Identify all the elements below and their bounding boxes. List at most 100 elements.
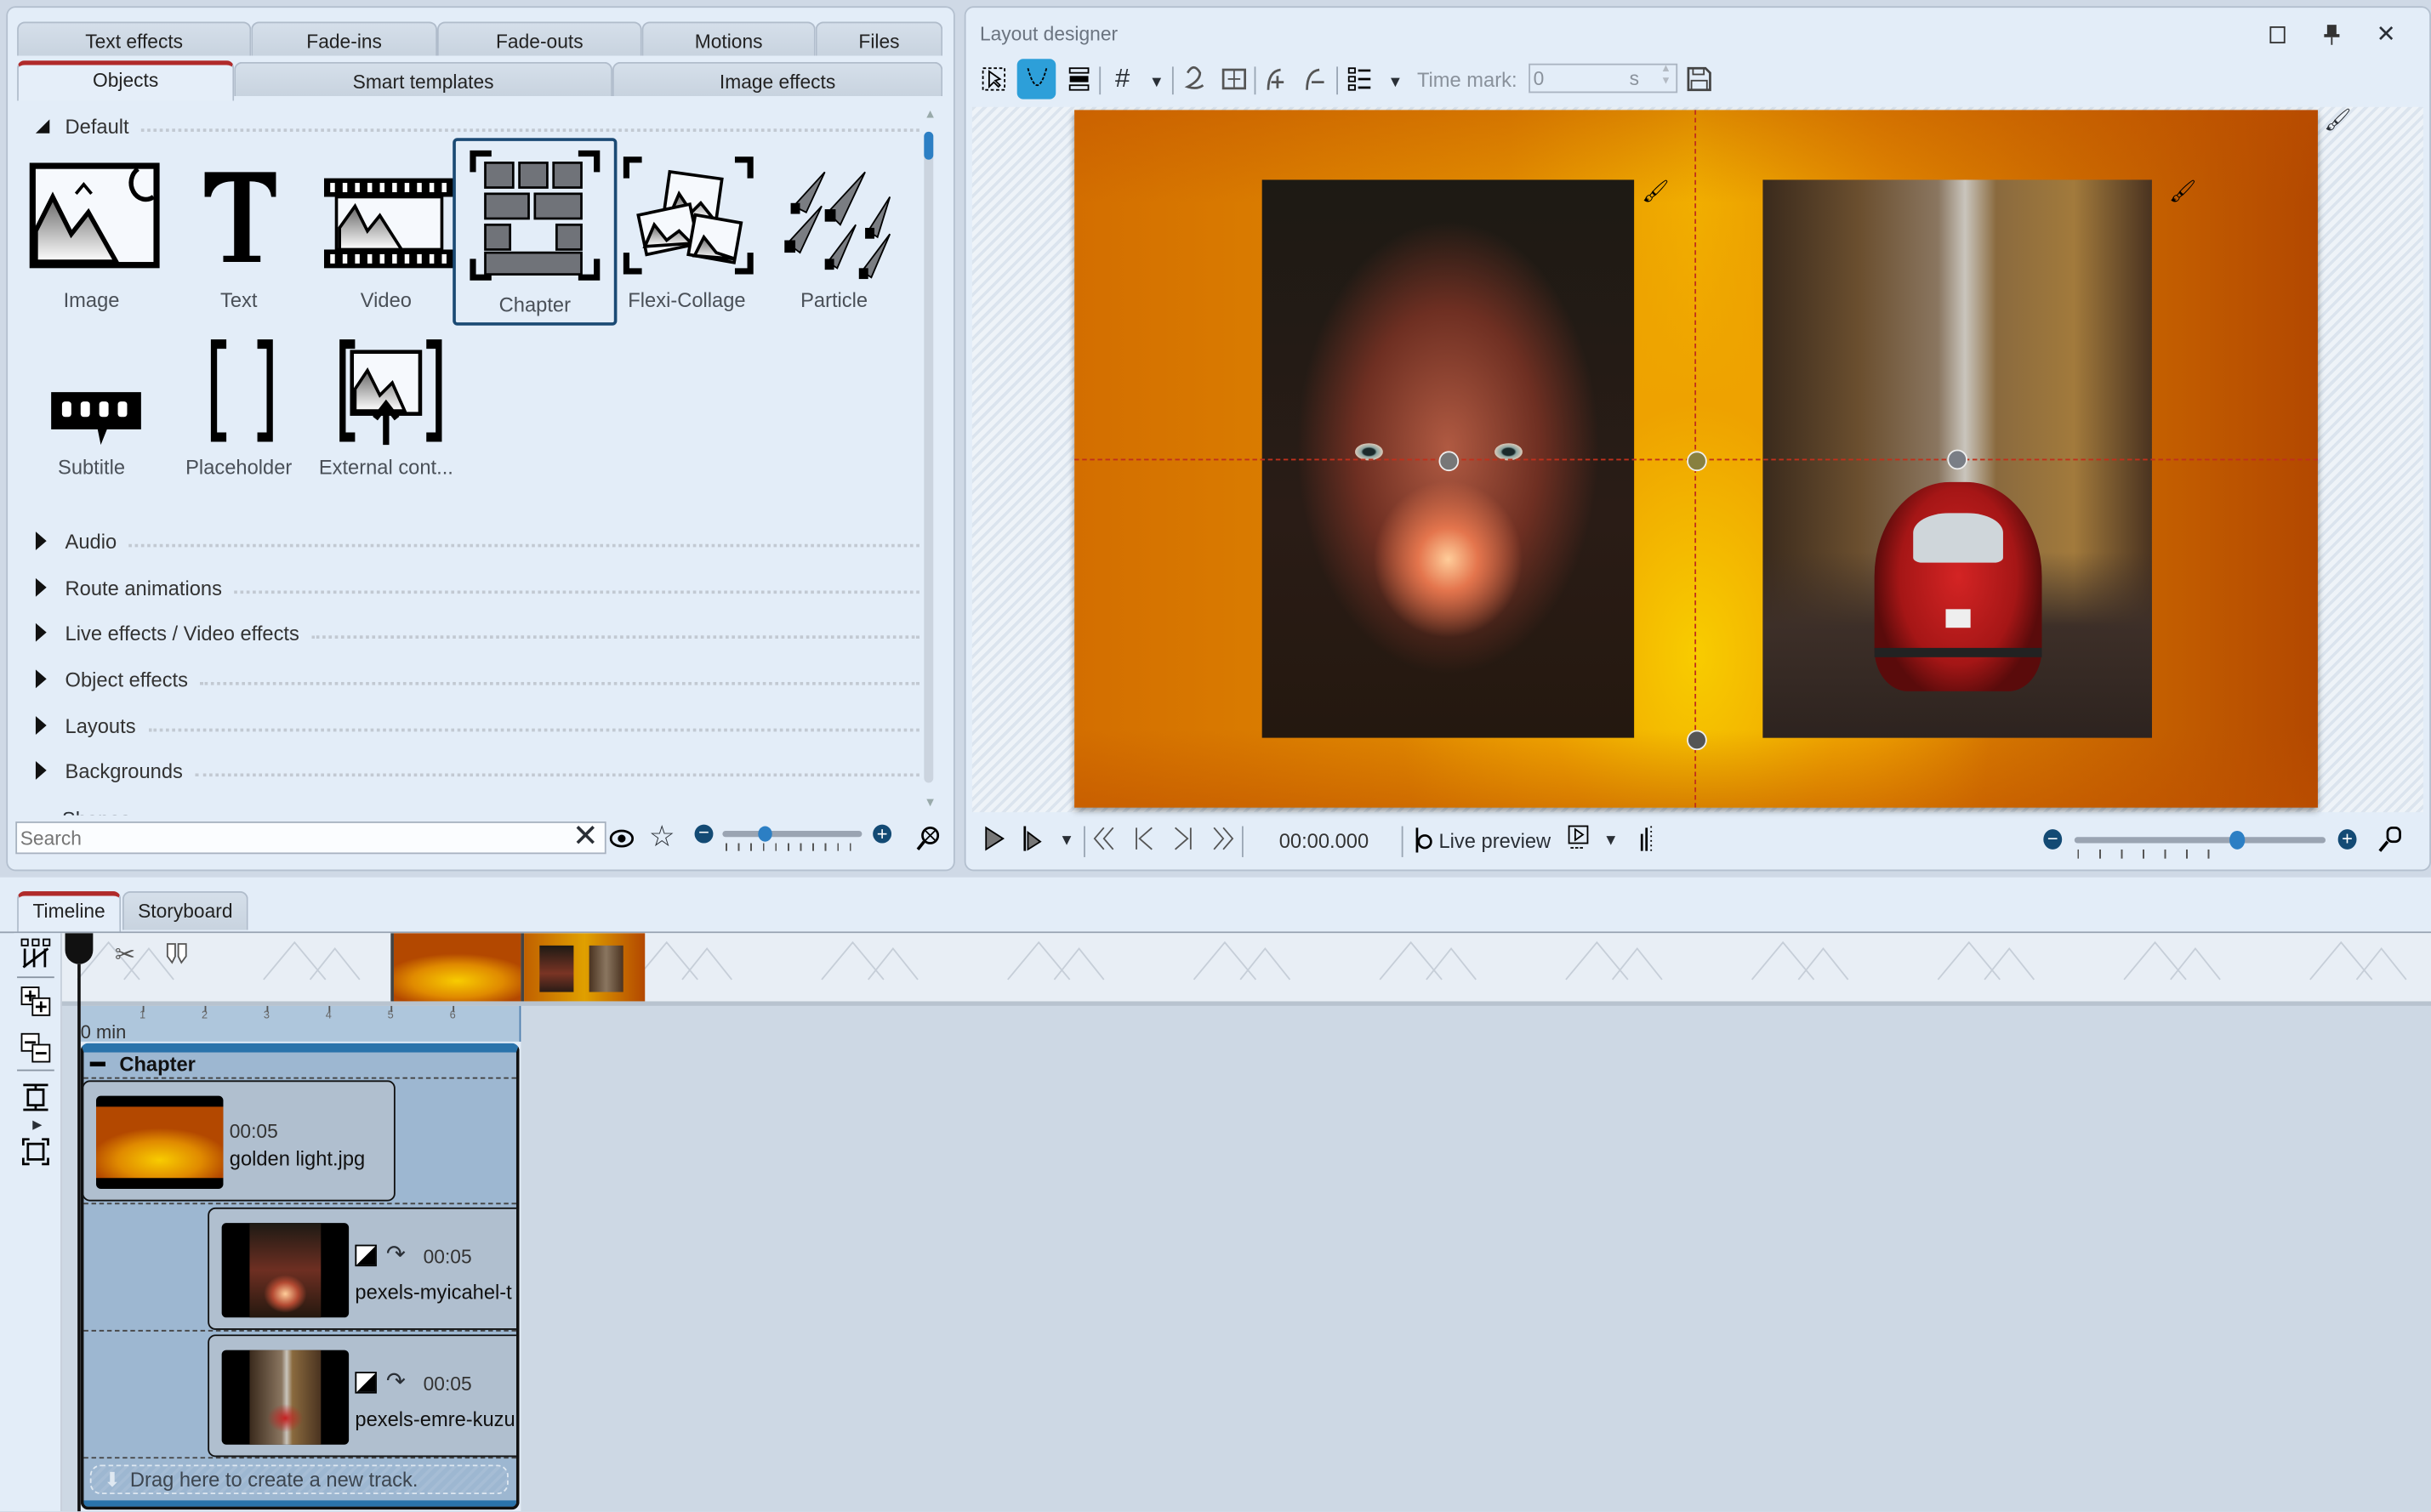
tab-timeline[interactable]: Timeline (17, 891, 122, 932)
fast-forward-icon[interactable] (1204, 821, 1238, 855)
list-icon[interactable] (1342, 62, 1376, 96)
tab-text-effects[interactable]: Text effects (17, 21, 252, 56)
icon-size-slider[interactable]: − + (694, 823, 893, 855)
tab-smart-templates[interactable]: Smart templates (234, 61, 612, 97)
object-image[interactable]: Image (22, 151, 162, 324)
object-text[interactable]: Text (169, 151, 309, 324)
tab-storyboard[interactable]: Storyboard (122, 891, 248, 930)
object-chapter[interactable]: Chapter (453, 138, 618, 326)
timeline-overview[interactable]: ✂ (61, 933, 2431, 1002)
transition-icon[interactable] (355, 1372, 377, 1394)
preview-dropdown-icon[interactable]: ▼ (1594, 823, 1628, 857)
time-ruler[interactable]: 1 2 3 4 5 6 0 min (80, 1005, 521, 1043)
marker-icon[interactable] (164, 942, 189, 964)
object-subtitle[interactable]: Subtitle (22, 318, 162, 492)
pin-icon[interactable] (2314, 17, 2348, 51)
play-from-marker-icon[interactable] (1016, 821, 1050, 855)
playhead-line[interactable] (77, 963, 81, 1512)
category-layouts[interactable]: Layouts (35, 710, 919, 741)
clip-pexels-myicahel[interactable]: ↷ 00:05 pexels-myicahel-t (208, 1207, 516, 1330)
category-backgrounds[interactable]: Backgrounds (35, 755, 919, 786)
clip-pexels-emre-kuzu[interactable]: ↷ 00:05 pexels-emre-kuzu (208, 1334, 516, 1458)
select-tool-icon[interactable] (976, 62, 1011, 96)
brush-icon[interactable]: 🖌 (2324, 107, 2351, 134)
slider-thumb[interactable] (758, 826, 772, 842)
spinner-icon[interactable]: ▲ ▼ (1660, 64, 1671, 88)
slide-background[interactable]: 🖌 🖌 (1074, 110, 2318, 808)
tab-files[interactable]: Files (815, 21, 943, 56)
timeline-empty-area[interactable] (521, 1005, 2431, 1512)
play-dropdown-icon[interactable]: ▼ (1050, 823, 1084, 857)
search-field[interactable]: ✕ (15, 820, 606, 855)
zoom-in-icon[interactable]: + (873, 824, 892, 844)
category-audio[interactable]: Audio (35, 526, 919, 556)
layers-icon[interactable] (1062, 62, 1096, 96)
new-track-drop-zone[interactable]: ⬇ Drag here to create a new track. (89, 1464, 509, 1495)
preview-zoom-slider[interactable]: − + (2043, 826, 2369, 860)
playhead-handle[interactable] (65, 933, 94, 964)
object-placeholder[interactable]: Placeholder (169, 318, 309, 492)
overview-thumb-chapter[interactable] (521, 933, 646, 1002)
grid-icon[interactable]: # (1106, 62, 1140, 96)
clear-search-icon[interactable]: ✕ (572, 820, 599, 854)
clip-golden-light[interactable]: 00:05 golden light.jpg (83, 1080, 396, 1202)
maximize-icon[interactable] (2260, 17, 2294, 51)
previous-icon[interactable] (1127, 821, 1161, 855)
curve-tool-button[interactable] (1016, 59, 1056, 99)
scroll-down-icon[interactable]: ▼ (924, 795, 936, 809)
shrink-track-height-icon[interactable] (19, 1080, 53, 1114)
add-keyframe-icon[interactable] (1261, 62, 1295, 96)
chapter-track[interactable]: Chapter 00:05 golden light.jpg ↷ 00:05 p… (80, 1043, 520, 1510)
anchor-handle[interactable] (1947, 449, 1968, 470)
anchor-handle[interactable] (1438, 451, 1460, 472)
motion-path-icon[interactable]: ↷ (386, 1367, 406, 1395)
timeline-marker-icon[interactable] (1630, 821, 1664, 855)
frame-icon[interactable] (1217, 62, 1251, 96)
category-shapes[interactable]: Shapes (36, 801, 873, 816)
canvas-area[interactable]: 🖌 🖌 🖌 (971, 106, 2423, 813)
brush-icon[interactable]: 🖌 (1642, 179, 1669, 205)
collapse-chapter-icon[interactable] (89, 1060, 105, 1066)
section-default[interactable]: Default (35, 110, 919, 140)
zoom-out-icon[interactable]: − (694, 823, 714, 844)
grid-dropdown-icon[interactable]: ▼ (1140, 65, 1174, 99)
star-icon[interactable]: ☆ (645, 820, 679, 854)
remove-keyframe-icon[interactable] (1299, 62, 1333, 96)
object-external-content[interactable]: External cont... (316, 318, 456, 492)
overview-thumb-golden[interactable] (390, 933, 521, 1002)
zoom-reset-icon[interactable] (912, 821, 946, 855)
fit-track-height-icon[interactable] (19, 1134, 53, 1168)
list-dropdown-icon[interactable]: ▼ (1378, 65, 1412, 99)
play-icon[interactable] (976, 821, 1011, 855)
tab-fade-outs[interactable]: Fade-outs (437, 21, 642, 56)
close-icon[interactable]: ✕ (2369, 17, 2403, 51)
category-object-effects[interactable]: Object effects (35, 663, 919, 694)
rewind-icon[interactable] (1089, 821, 1123, 855)
tab-objects[interactable]: Objects (17, 60, 235, 101)
brush-icon[interactable]: 🖌 (2169, 179, 2196, 205)
toolbox-scrollbar[interactable]: ▲ ▼ (921, 107, 937, 809)
next-icon[interactable] (1166, 821, 1200, 855)
tools-more-icon[interactable]: ▶ (32, 1117, 42, 1131)
object-video[interactable]: Video (316, 151, 456, 324)
anchor-handle[interactable] (1687, 730, 1707, 751)
tab-image-effects[interactable]: Image effects (612, 61, 943, 97)
split-tracks-icon[interactable] (19, 936, 53, 970)
tab-fade-ins[interactable]: Fade-ins (251, 21, 438, 56)
eye-icon[interactable] (605, 821, 639, 855)
expand-all-icon[interactable] (19, 984, 53, 1018)
chapter-header[interactable]: Chapter (89, 1053, 196, 1075)
collapse-all-icon[interactable] (19, 1031, 53, 1065)
object-flexi-collage[interactable]: Flexi-Collage (617, 151, 756, 324)
category-live-effects[interactable]: Live effects / Video effects (35, 617, 919, 647)
zoom-in-icon[interactable]: + (2337, 828, 2357, 850)
save-icon[interactable] (1682, 62, 1717, 96)
preview-monitor-icon[interactable] (1561, 821, 1595, 855)
zoom-fit-icon[interactable] (2374, 821, 2408, 855)
live-preview-button[interactable]: Live preview (1412, 825, 1551, 855)
transition-icon[interactable] (355, 1244, 377, 1267)
scroll-up-icon[interactable]: ▲ (924, 107, 936, 121)
path-icon[interactable] (1176, 62, 1210, 96)
category-route-animations[interactable]: Route animations (35, 572, 919, 603)
slider-thumb[interactable] (2229, 830, 2246, 850)
